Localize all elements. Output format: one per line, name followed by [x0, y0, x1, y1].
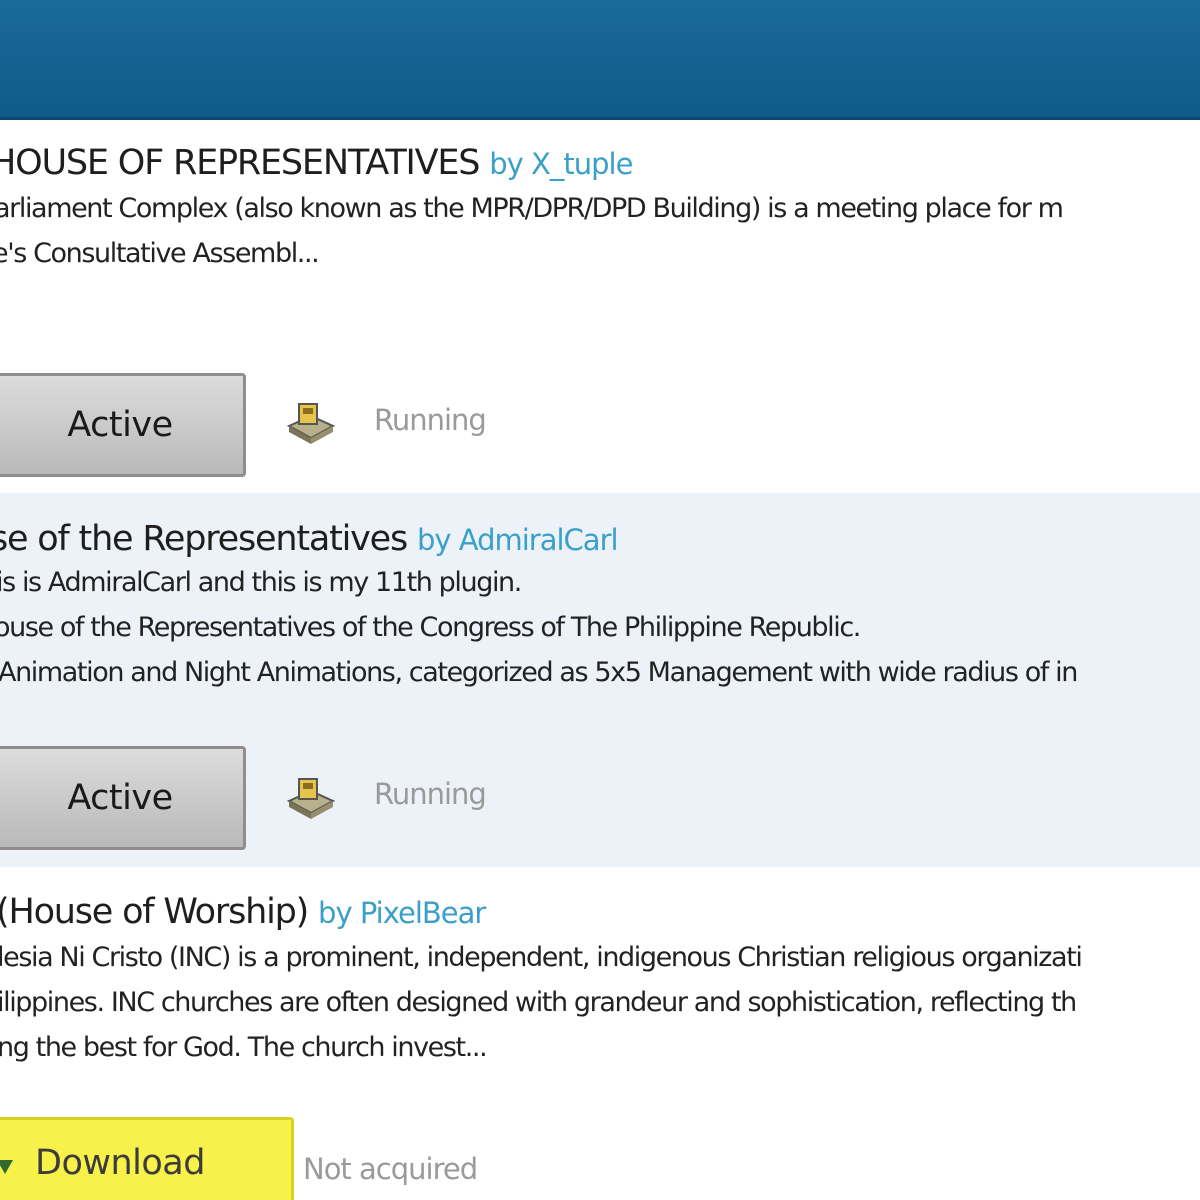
item-description-line: is is AdmiralCarl and this is my 11th pl… [0, 567, 522, 598]
author-link[interactable]: by X_tuple [489, 147, 633, 181]
item-description-line: arliament Complex (also known as the MPR… [0, 193, 1064, 224]
item-title: se of the Representatives [0, 519, 408, 559]
item-title: HOUSE OF REPRESENTATIVES [0, 143, 480, 183]
plugin-item-2: se of the Representatives by AdmiralCarl… [0, 493, 1200, 867]
active-button[interactable]: Active [0, 373, 246, 477]
download-arrow-icon [0, 1160, 13, 1174]
item-title-line: HOUSE OF REPRESENTATIVES by X_tuple [0, 143, 633, 183]
item-title-line: (House of Worship) by PixelBear [0, 892, 486, 932]
plugin-item-1: HOUSE OF REPRESENTATIVES by X_tuple arli… [0, 123, 1200, 493]
item-description-line: lesia Ni Cristo (INC) is a prominent, in… [0, 942, 1083, 973]
status-text: Running [374, 403, 487, 437]
author-link[interactable]: by AdmiralCarl [417, 523, 619, 557]
status-text: Running [374, 777, 487, 811]
item-description-line: ouse of the Representatives of the Congr… [0, 612, 861, 643]
item-description-line: ilippines. INC churches are often design… [0, 987, 1077, 1018]
author-link[interactable]: by PixelBear [318, 896, 486, 930]
active-button[interactable]: Active [0, 746, 246, 850]
top-header-bar [0, 0, 1200, 120]
download-button[interactable]: Download [0, 1117, 294, 1200]
item-description-line: e's Consultative Assembl... [0, 238, 320, 269]
plugin-item-3: (House of Worship) by PixelBear lesia Ni… [0, 867, 1200, 1200]
status-text: Not acquired [303, 1152, 478, 1186]
item-title: (House of Worship) [0, 892, 309, 932]
item-description-line: Animation and Night Animations, categori… [0, 657, 1078, 688]
item-title-line: se of the Representatives by AdmiralCarl [0, 519, 619, 559]
building-plot-icon [286, 403, 336, 444]
building-plot-icon [286, 778, 336, 819]
item-description-line: ng the best for God. The church invest..… [0, 1032, 488, 1063]
